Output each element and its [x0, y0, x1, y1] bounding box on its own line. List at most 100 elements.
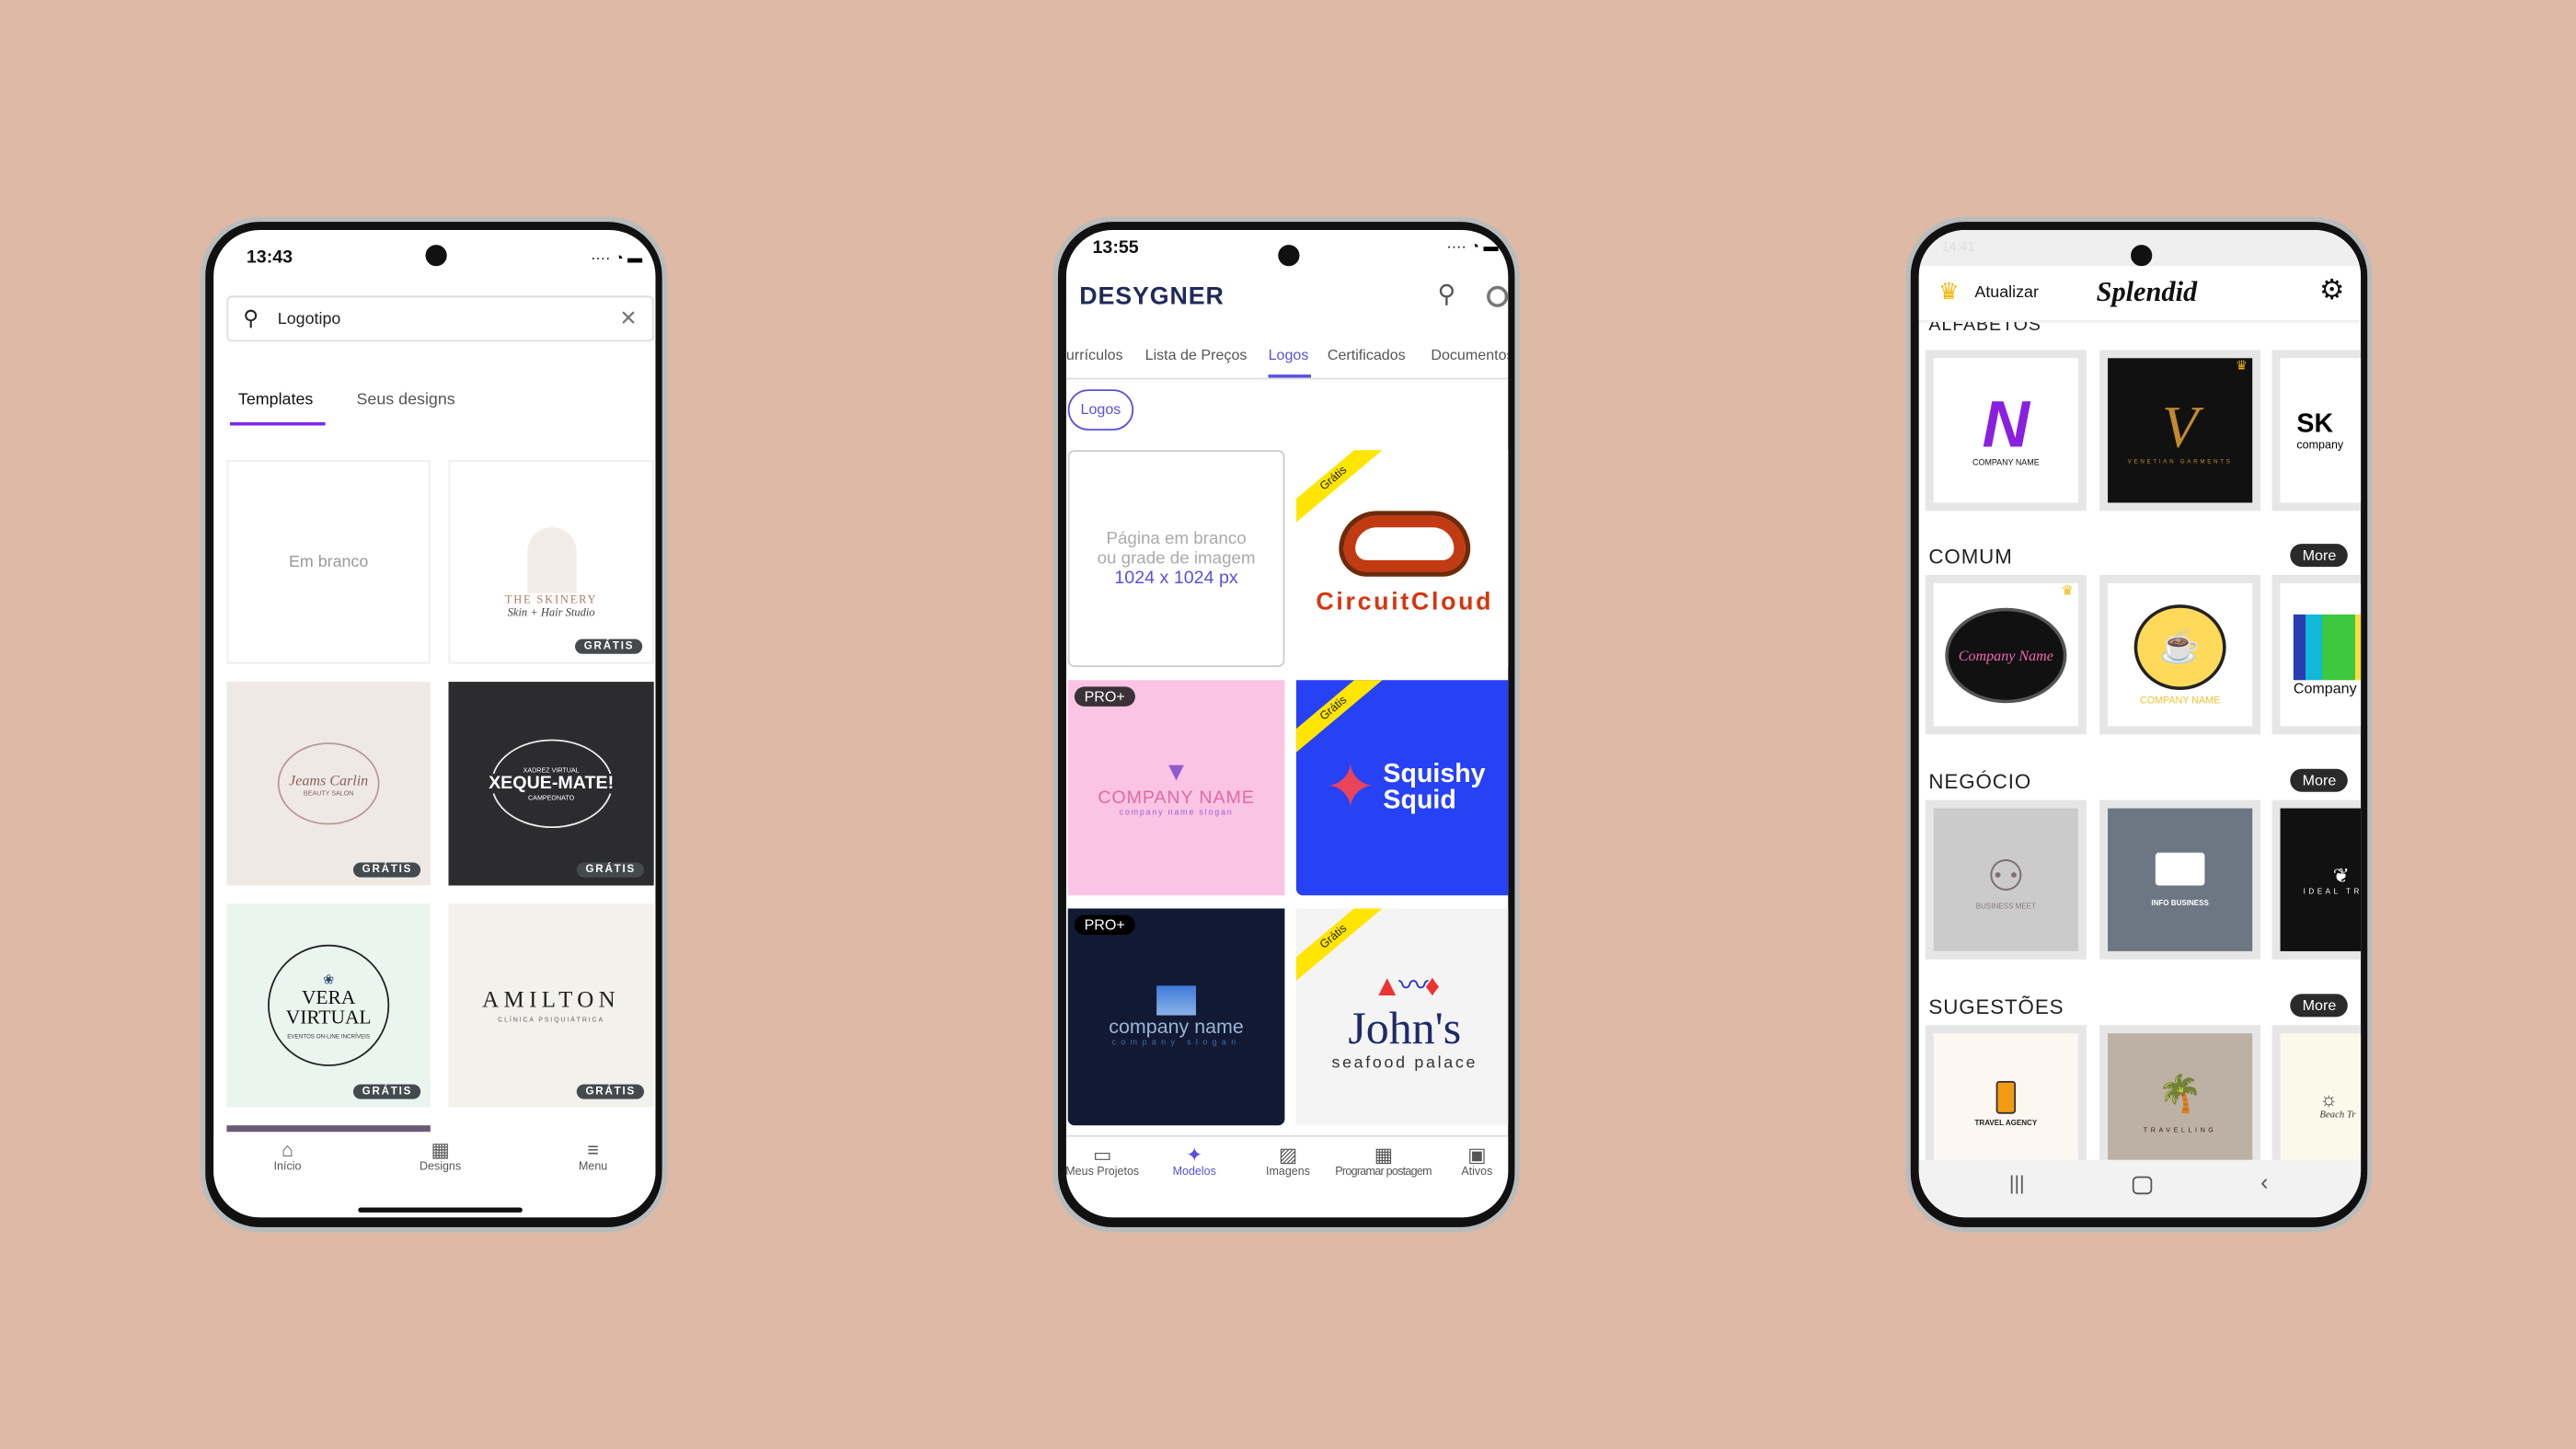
tab-documentos[interactable]: Documentos: [1431, 347, 1508, 363]
nav-label: Designs: [419, 1161, 462, 1173]
search-input[interactable]: ⚲ Logotipo ✕: [226, 295, 654, 342]
book-icon: [2293, 613, 2362, 680]
phone-canva: 13:43 ···· ◔ ▬ ⚲ Logotipo ✕ Templates Se…: [200, 216, 667, 1233]
logo-tile[interactable]: ❦IDEAL TRA: [2271, 799, 2362, 960]
pro-badge: PRO+: [1074, 686, 1135, 707]
blank-template-card[interactable]: Em branco: [226, 459, 431, 664]
logo-subtitle: EVENTOS ON-LINE INCRÍVEIS: [287, 1032, 371, 1040]
more-button[interactable]: More: [2291, 994, 2348, 1018]
nav-label: Ativos: [1461, 1166, 1493, 1179]
nav-meus-projetos[interactable]: ▭ Meus Projetos: [1066, 1144, 1148, 1178]
screen: 13:43 ···· ◔ ▬ ⚲ Logotipo ✕ Templates Se…: [213, 229, 656, 1218]
blank-page-card[interactable]: Página em branco ou grade de imagem 1024…: [1067, 450, 1285, 667]
logo-card[interactable]: company name company slogan PRO+: [1067, 908, 1285, 1126]
settings-gear-icon[interactable]: ⚙: [2319, 274, 2344, 307]
logo-card[interactable]: CircuitCloud Grátis: [1295, 450, 1509, 667]
nav-imagens[interactable]: ▨ Imagens: [1255, 1144, 1320, 1178]
logo-tile[interactable]: ⚇ BUSINESS MEET: [1925, 799, 2087, 960]
home-icon[interactable]: [2132, 1176, 2153, 1195]
tile-label: TRAVEL AGENCY: [1974, 1118, 2038, 1127]
v-letter-logo: V: [2161, 394, 2199, 460]
logo-tile[interactable]: INFO BUSINESS: [2099, 799, 2261, 960]
tile-label: BUSINESS MEET: [1975, 901, 2036, 910]
upgrade-button[interactable]: Atualizar: [1974, 284, 2038, 303]
active-tab-indicator: [229, 421, 326, 426]
building-icon: [1156, 985, 1196, 1016]
crown-icon[interactable]: ♛: [1938, 278, 1959, 305]
grid-icon: ▦: [431, 1138, 450, 1162]
home-indicator[interactable]: [358, 1207, 523, 1213]
template-card[interactable]: ❀ VERA VIRTUAL EVENTOS ON-LINE INCRÍVEIS…: [226, 903, 431, 1108]
meeting-icon: ⚇: [1986, 850, 2026, 900]
logo-title: COMPANY NAME: [1098, 788, 1255, 808]
tab-curriculos[interactable]: urrículos: [1066, 347, 1123, 363]
free-badge: GRÁTIS: [575, 638, 643, 654]
logo-tile[interactable]: V VENETIAN GARMENTS ♛: [2099, 350, 2261, 512]
back-icon[interactable]: ‹: [2260, 1168, 2268, 1195]
logo-tile[interactable]: TRAVEL AGENCY: [1925, 1025, 2087, 1173]
blank-line2: ou grade de imagem: [1097, 548, 1256, 569]
more-button[interactable]: More: [2291, 768, 2348, 792]
logo-card[interactable]: ▼ COMPANY NAME company name slogan PRO+: [1067, 680, 1285, 896]
squid-icon: ✦: [1324, 753, 1377, 823]
coffee-cup-icon: ☕: [2133, 604, 2226, 690]
nav-label: Meus Projetos: [1065, 1166, 1140, 1179]
more-button[interactable]: More: [2291, 544, 2348, 568]
logo-tile[interactable]: ☼ Beach Tr: [2271, 1025, 2362, 1173]
logo-tile[interactable]: SK company: [2271, 350, 2362, 512]
logo-tile[interactable]: 🌴 TRAVELLING: [2099, 1025, 2261, 1173]
profile-icon[interactable]: [1487, 285, 1509, 307]
screen: 14:41 ♛ Atualizar Splendid ⚙ ALFABETOS N…: [1918, 229, 2362, 1218]
screen: 13:55 ···· ◔ ▬ DESYGNER ⚲ urrículos List…: [1065, 229, 1509, 1218]
nav-label: Início: [273, 1161, 302, 1173]
logo-subtitle: company name slogan: [1119, 807, 1234, 818]
template-card[interactable]: XADREZ VIRTUAL XEQUE-MATE! CAMPEONATO GR…: [448, 682, 654, 886]
logo-title: CircuitCloud: [1316, 587, 1494, 615]
home-icon: ⌂: [282, 1138, 293, 1162]
logo-subtitle: seafood palace: [1331, 1053, 1478, 1073]
logo-tile[interactable]: N COMPANY NAME: [1925, 350, 2087, 512]
lotus-icon: ❀: [323, 972, 335, 987]
logo-tile[interactable]: ☕ COMPANY NAME: [2099, 574, 2261, 735]
logo-card[interactable]: ▲〰♦ John's seafood palace Grátis: [1295, 908, 1509, 1126]
free-badge: GRÁTIS: [577, 862, 644, 878]
nav-designs[interactable]: ▦ Designs: [408, 1138, 473, 1172]
clear-icon[interactable]: ✕: [619, 305, 637, 332]
template-card[interactable]: AMILTON CLÍNICA PSIQUIÁTRICA GRÁTIS: [448, 903, 654, 1108]
logo-subtitle: Skin + Hair Studio: [507, 605, 595, 620]
tab-lista-de-precos[interactable]: Lista de Preços: [1145, 347, 1248, 363]
logo-tile[interactable]: Company Name ♛: [1925, 574, 2087, 735]
wing-icon: ▼: [1163, 758, 1190, 787]
template-card[interactable]: THE SKINERY Skin + Hair Studio GRÁTIS: [448, 459, 654, 664]
pro-badge: PRO+: [1074, 914, 1135, 936]
android-nav-bar: ||| ‹: [1918, 1159, 2362, 1218]
template-card[interactable]: Jeams Carlin BEAUTY SALON GRÁTIS: [226, 682, 431, 886]
menu-icon: ≡: [587, 1138, 599, 1162]
tab-certificados[interactable]: Certificados: [1328, 347, 1406, 363]
tab-templates[interactable]: Templates: [238, 391, 313, 409]
recent-apps-icon[interactable]: |||: [2009, 1171, 2025, 1194]
status-icons: ···· ◔ ▬: [591, 249, 643, 267]
tab-seus-designs[interactable]: Seus designs: [356, 391, 454, 409]
nav-programar-postagem[interactable]: ▦ Programar postagem: [1326, 1144, 1441, 1178]
nav-menu[interactable]: ≡ Menu: [569, 1138, 618, 1172]
folder-icon: ▭: [1093, 1143, 1112, 1167]
nav-label: Imagens: [1266, 1166, 1310, 1179]
tab-logos[interactable]: Logos: [1269, 347, 1309, 363]
palm-island-icon: 🌴: [2157, 1073, 2203, 1114]
nav-modelos[interactable]: ✦ Modelos: [1161, 1144, 1226, 1178]
logo-title: company name: [1109, 1015, 1244, 1039]
tile-label: COMPANY NAME: [1972, 458, 2040, 468]
camera: [1277, 245, 1299, 267]
search-icon[interactable]: ⚲: [1437, 280, 1455, 308]
free-badge: GRÁTIS: [577, 1084, 644, 1099]
tile-label: TRAVELLING: [2143, 1125, 2217, 1134]
figure-illustration: [526, 527, 576, 593]
nav-inicio[interactable]: ⌂ Início: [263, 1138, 313, 1172]
blank-size: 1024 x 1024 px: [1114, 568, 1238, 589]
nav-ativos[interactable]: ▣ Ativos: [1447, 1144, 1506, 1178]
filter-chip-logos[interactable]: Logos: [1067, 389, 1134, 431]
partial-card: [226, 1125, 431, 1133]
logo-card[interactable]: ✦ Squishy Squid Grátis: [1295, 680, 1509, 896]
logo-tile[interactable]: Company: [2271, 574, 2362, 735]
